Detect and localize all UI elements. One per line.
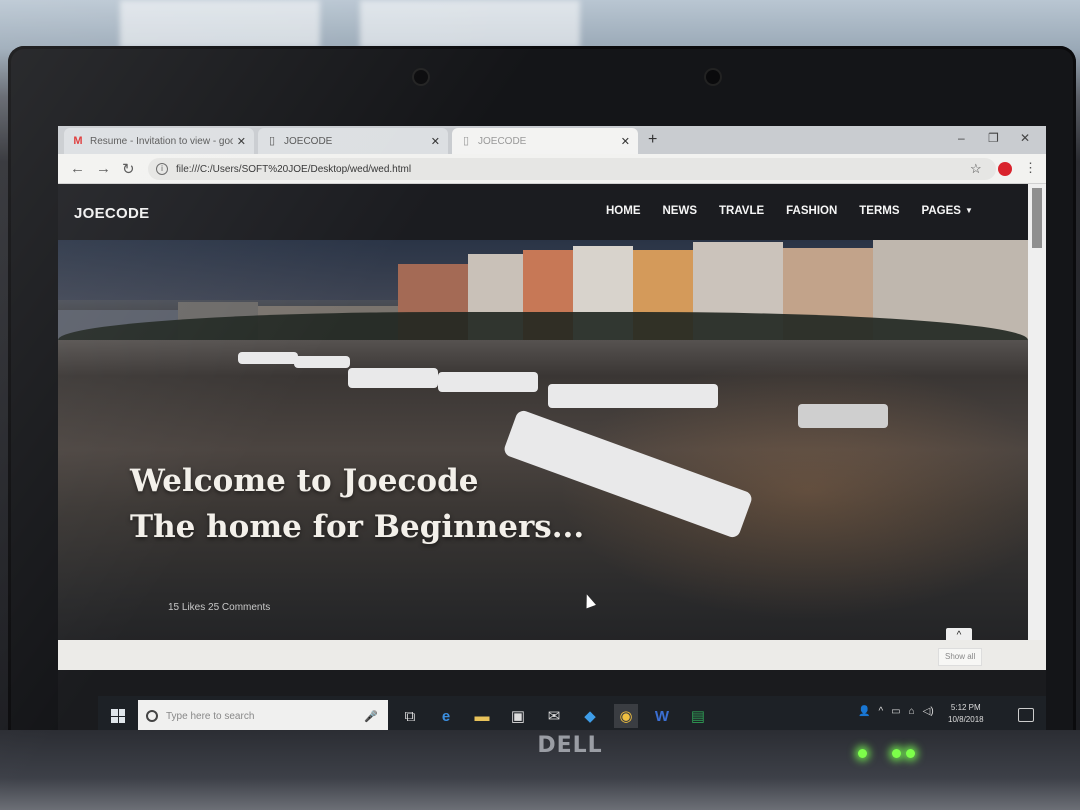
action-center-icon[interactable] [1018, 708, 1034, 722]
docked-boat [238, 352, 298, 364]
address-text: file:///C:/Users/SOFT%20JOE/Desktop/wed/… [176, 163, 412, 175]
bezel-dot [706, 70, 720, 84]
site-brand[interactable]: JOECODE [74, 205, 149, 222]
page-icon: ▯ [462, 135, 470, 147]
forward-icon[interactable]: → [96, 160, 111, 177]
download-bar [58, 640, 1046, 670]
app-icon[interactable]: ▤ [686, 704, 710, 728]
gmail-icon: M [73, 135, 83, 147]
docked-boat [548, 384, 718, 408]
taskbar-clock[interactable]: 5:12 PM 10/8/2018 [948, 702, 984, 726]
caret-down-icon: ▼ [964, 206, 973, 216]
system-tray: 👤 ^ ▭ ⌂ ◁) [858, 706, 934, 717]
close-icon[interactable]: ✕ [431, 135, 440, 148]
post-meta: 15 Likes 25 Comments [168, 602, 271, 613]
status-led [858, 749, 867, 758]
network-icon[interactable]: ⌂ [909, 706, 915, 717]
nav-pages-dropdown[interactable]: PAGES ▼ [922, 205, 973, 217]
chrome-icon[interactable]: ◉ [614, 704, 638, 728]
vscode-icon[interactable]: ◆ [578, 704, 602, 728]
browser-toolbar: ← → ↻ i file:///C:/Users/SOFT%20JOE/Desk… [58, 154, 1046, 184]
close-window-icon[interactable]: ✕ [1020, 131, 1030, 145]
address-bar[interactable]: i file:///C:/Users/SOFT%20JOE/Desktop/we… [148, 158, 996, 180]
status-led [906, 749, 915, 758]
tab-label: Resume - Invitation to view - goo [90, 135, 233, 147]
browser-tab-bar: M Resume - Invitation to view - goo ✕ ▯ … [58, 126, 1046, 154]
mail-icon[interactable]: ✉ [542, 704, 566, 728]
tab-joecode-active[interactable]: ▯ JOECODE ✕ [452, 128, 638, 154]
reload-icon[interactable]: ↻ [122, 160, 135, 178]
docked-boat [348, 368, 438, 388]
bookmark-star-icon[interactable]: ☆ [970, 161, 982, 177]
web-page: JOECODE HOME NEWS TRAVLE FASHION TERMS P… [58, 184, 1028, 670]
site-nav-links: HOME NEWS TRAVLE FASHION TERMS PAGES ▼ [606, 205, 995, 217]
word-icon[interactable]: W [650, 704, 674, 728]
docked-boat [294, 356, 350, 368]
info-icon[interactable]: i [156, 163, 168, 175]
laptop-screen: M Resume - Invitation to view - goo ✕ ▯ … [58, 126, 1046, 736]
nav-home[interactable]: HOME [606, 205, 641, 217]
windows-logo-icon [111, 709, 125, 723]
nav-terms[interactable]: TERMS [859, 205, 899, 217]
page-scrollbar[interactable] [1028, 184, 1046, 670]
task-view-icon[interactable]: ⧉ [398, 704, 422, 728]
site-navbar: JOECODE HOME NEWS TRAVLE FASHION TERMS P… [58, 184, 1028, 240]
profile-avatar[interactable] [998, 162, 1012, 176]
tab-gmail[interactable]: M Resume - Invitation to view - goo ✕ [64, 128, 254, 154]
docked-boat [438, 372, 538, 392]
store-icon[interactable]: ▣ [506, 704, 530, 728]
ceiling-light [120, 0, 320, 48]
nav-news[interactable]: NEWS [663, 205, 698, 217]
cortana-icon [146, 710, 158, 722]
new-tab-button[interactable]: + [648, 131, 657, 149]
close-icon[interactable]: ✕ [237, 135, 246, 148]
tab-label: JOECODE [478, 135, 527, 147]
tab-joecode[interactable]: ▯ JOECODE ✕ [258, 128, 448, 154]
back-icon[interactable]: ← [70, 160, 85, 177]
nav-travle[interactable]: TRAVLE [719, 205, 764, 217]
file-explorer-icon[interactable]: ▬ [470, 704, 494, 728]
hero-line-1: Welcome to Joecode [130, 463, 479, 499]
hero-heading: Welcome to Joecode The home for Beginner… [130, 458, 584, 550]
nav-pages-label: PAGES [921, 205, 961, 217]
houseboat [798, 404, 888, 428]
minimize-icon[interactable]: – [958, 131, 965, 145]
ceiling-light [360, 0, 580, 48]
volume-icon[interactable]: ◁) [923, 706, 934, 717]
clock-time: 5:12 PM [950, 703, 981, 712]
scrollbar-thumb[interactable] [1032, 188, 1042, 248]
edge-icon[interactable]: e [434, 704, 458, 728]
show-all-button[interactable]: Show all [938, 648, 983, 666]
page-icon: ▯ [268, 135, 276, 147]
maximize-icon[interactable]: ❐ [988, 131, 999, 145]
chevron-up-icon[interactable]: ^ [878, 706, 883, 717]
microphone-icon[interactable]: 🎤 [364, 710, 378, 723]
hero-line-2: The home for Beginners... [130, 509, 585, 545]
close-icon[interactable]: ✕ [621, 135, 630, 148]
menu-icon[interactable]: ⋮ [1024, 160, 1037, 176]
battery-icon[interactable]: ▭ [891, 706, 900, 717]
dell-logo: DELL [537, 733, 603, 758]
tab-label: JOECODE [284, 135, 333, 147]
nav-fashion[interactable]: FASHION [786, 205, 837, 217]
bezel-dot [414, 70, 428, 84]
status-led [892, 749, 901, 758]
search-placeholder: Type here to search [166, 710, 255, 722]
taskbar-search[interactable]: Type here to search 🎤 [138, 700, 388, 732]
people-icon[interactable]: 👤 [858, 706, 870, 717]
clock-date: 10/8/2018 [948, 715, 984, 724]
